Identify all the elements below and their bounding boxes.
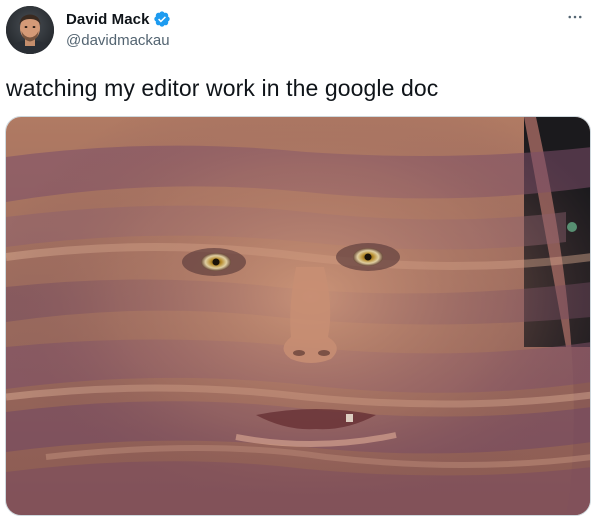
name-row: David Mack [66, 9, 171, 29]
tweet-text: watching my editor work in the google do… [6, 75, 439, 101]
tweet-header: David Mack @davidmackau [0, 0, 600, 70]
more-horizontal-icon [568, 15, 582, 19]
avatar[interactable] [6, 6, 54, 54]
user-block: David Mack @davidmackau [66, 9, 171, 50]
user-handle[interactable]: @davidmackau [66, 32, 171, 49]
meme-photo-icon [6, 117, 590, 515]
more-options-button[interactable] [564, 8, 586, 26]
verified-badge-icon [153, 10, 171, 28]
tweet-media-photo[interactable] [5, 116, 591, 516]
avatar-photo-icon [6, 6, 54, 54]
tweet-card: David Mack @davidmackau watching my edit… [0, 0, 600, 521]
display-name[interactable]: David Mack [66, 11, 150, 28]
